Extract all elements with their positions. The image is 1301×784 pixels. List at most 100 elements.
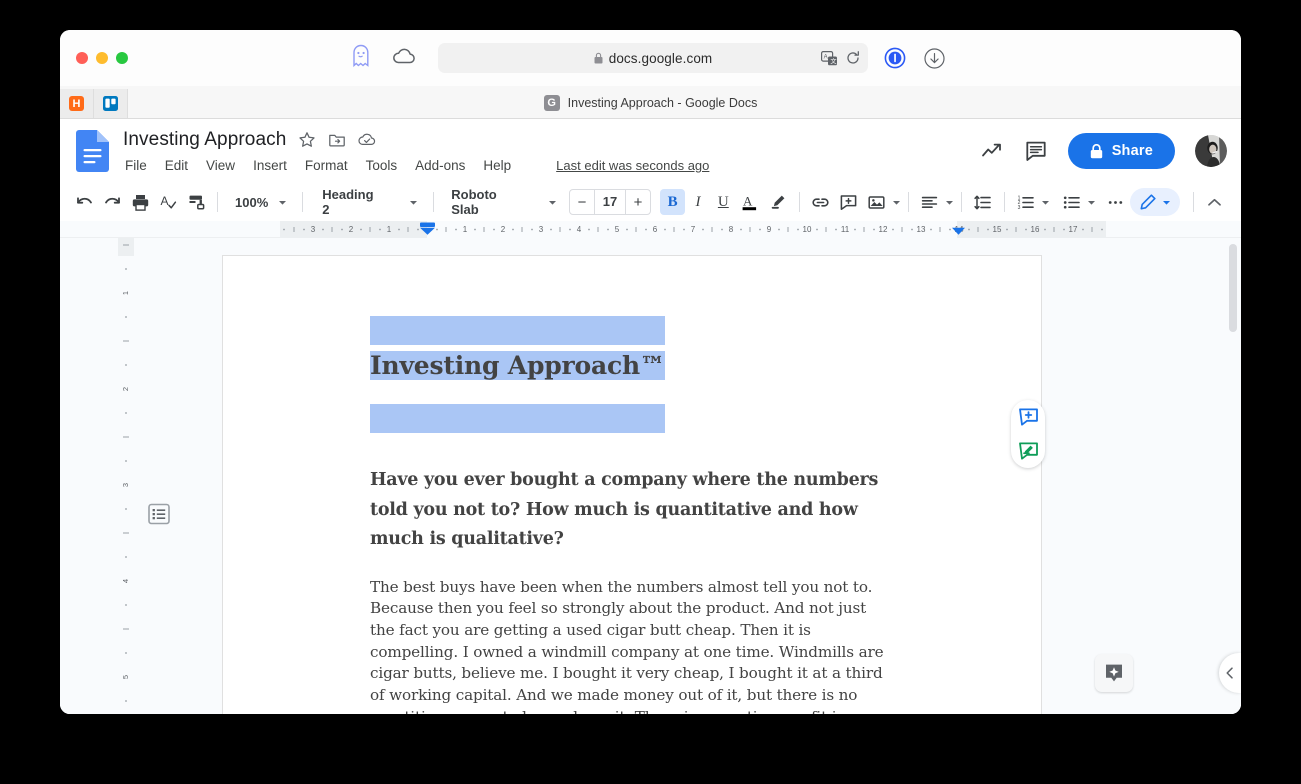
menu-view[interactable]: View xyxy=(197,156,244,175)
pinned-tab-h-icon: H xyxy=(69,96,84,111)
address-bar-actions: A文 xyxy=(821,43,860,73)
document-heading2[interactable]: Have you ever bought a company where the… xyxy=(370,466,894,555)
highlight-color-button[interactable] xyxy=(764,188,792,216)
svg-text:13: 13 xyxy=(917,225,926,234)
browser-tabstrip: H G Investing Approach - Google Docs xyxy=(60,86,1241,119)
google-docs-favicon: G xyxy=(544,95,560,111)
suggest-edit-icon[interactable] xyxy=(1017,440,1039,462)
vertical-ruler-ticks: 1 2 3 4 5 6 7 xyxy=(118,238,134,714)
chevron-down-icon[interactable] xyxy=(1087,198,1096,207)
document-paragraph[interactable]: The best buys have been when the numbers… xyxy=(370,577,894,715)
docs-header-actions: Share xyxy=(980,133,1227,169)
italic-button[interactable]: I xyxy=(685,189,710,215)
line-spacing-button[interactable] xyxy=(969,188,997,216)
menu-edit[interactable]: Edit xyxy=(156,156,197,175)
reload-icon[interactable] xyxy=(846,51,860,65)
spelling-check-button[interactable]: A xyxy=(154,188,182,216)
font-family-select[interactable]: Roboto Slab xyxy=(441,189,565,215)
share-button[interactable]: Share xyxy=(1068,133,1175,169)
translate-icon[interactable]: A文 xyxy=(821,51,838,66)
activity-dashboard-icon[interactable] xyxy=(980,139,1004,163)
bulleted-list-button[interactable] xyxy=(1058,188,1086,216)
menu-format[interactable]: Format xyxy=(296,156,357,175)
insert-link-button[interactable] xyxy=(807,188,835,216)
toolbar-divider xyxy=(799,192,800,212)
google-docs-logo-icon[interactable] xyxy=(76,130,109,172)
svg-text:5: 5 xyxy=(615,225,620,234)
move-to-folder-icon[interactable] xyxy=(328,131,346,149)
cloud-icon[interactable] xyxy=(392,47,416,70)
ghost-icon[interactable] xyxy=(350,44,372,73)
pinned-tab-h[interactable]: H xyxy=(60,89,94,118)
maximize-window-button[interactable] xyxy=(116,52,128,64)
document-heading1[interactable]: Investing Approach™ xyxy=(370,351,665,380)
insert-image-button[interactable] xyxy=(863,188,891,216)
minimize-window-button[interactable] xyxy=(96,52,108,64)
bulleted-list-group[interactable] xyxy=(1058,188,1096,216)
toolbar-divider xyxy=(908,192,909,212)
show-document-outline-button[interactable] xyxy=(148,503,170,525)
onepassword-icon[interactable] xyxy=(884,47,906,69)
font-size-value[interactable]: 17 xyxy=(594,190,626,214)
chevron-down-icon[interactable] xyxy=(945,198,954,207)
insert-image-group[interactable] xyxy=(863,188,901,216)
menu-addons[interactable]: Add-ons xyxy=(406,156,474,175)
lock-icon xyxy=(594,52,603,64)
avatar[interactable] xyxy=(1195,135,1227,167)
svg-text:11: 11 xyxy=(841,225,850,234)
active-tab[interactable]: G Investing Approach - Google Docs xyxy=(60,95,1241,111)
document-scrollbar[interactable] xyxy=(1231,238,1239,714)
explore-button[interactable] xyxy=(1095,654,1133,692)
add-comment-icon[interactable] xyxy=(1017,406,1039,428)
lock-icon xyxy=(1090,144,1103,159)
text-color-button[interactable]: A xyxy=(736,188,764,216)
bold-button[interactable]: B xyxy=(660,189,685,215)
window-controls[interactable] xyxy=(76,52,128,64)
underline-button[interactable]: U xyxy=(711,189,736,215)
comment-history-icon[interactable] xyxy=(1024,139,1048,163)
menu-file[interactable]: File xyxy=(123,156,156,175)
menu-tools[interactable]: Tools xyxy=(357,156,407,175)
editing-mode-button[interactable] xyxy=(1130,188,1180,216)
address-bar[interactable]: docs.google.com A文 xyxy=(438,43,868,73)
collapse-toolbar-button[interactable] xyxy=(1201,188,1229,216)
font-size-stepper[interactable]: − 17 + xyxy=(569,189,651,215)
scrollbar-thumb[interactable] xyxy=(1229,244,1237,332)
zoom-select[interactable]: 100% xyxy=(225,189,295,215)
star-icon[interactable] xyxy=(298,131,316,149)
align-group[interactable] xyxy=(916,188,954,216)
menu-help[interactable]: Help xyxy=(474,156,520,175)
print-button[interactable] xyxy=(126,188,154,216)
menu-insert[interactable]: Insert xyxy=(244,156,296,175)
cloud-saved-icon[interactable] xyxy=(358,131,376,149)
more-options-button[interactable] xyxy=(1102,188,1130,216)
page-title[interactable]: Investing Approach xyxy=(123,129,286,151)
pinned-tab-trello[interactable] xyxy=(94,89,128,118)
download-icon[interactable] xyxy=(924,48,945,69)
vertical-ruler[interactable]: 1 2 3 4 5 6 7 xyxy=(118,238,134,714)
numbered-list-group[interactable]: 123 xyxy=(1012,188,1050,216)
last-edit-status[interactable]: Last edit was seconds ago xyxy=(556,158,709,173)
paragraph-style-select[interactable]: Heading 2 xyxy=(310,189,426,215)
paint-format-button[interactable] xyxy=(182,188,210,216)
document-page[interactable]: Investing Approach™ Have you ever bought… xyxy=(223,256,1041,714)
font-size-increase-button[interactable]: + xyxy=(626,190,650,214)
pencil-icon xyxy=(1138,193,1157,212)
chevron-down-icon[interactable] xyxy=(892,198,901,207)
horizontal-ruler[interactable]: 321 123 456 789 101112 131415 1617 xyxy=(60,221,1241,238)
add-comment-button[interactable] xyxy=(835,188,863,216)
font-family-value: Roboto Slab xyxy=(451,187,525,217)
align-left-button[interactable] xyxy=(916,188,944,216)
font-size-decrease-button[interactable]: − xyxy=(570,190,594,214)
redo-button[interactable] xyxy=(98,188,126,216)
ruler-ticks: 321 123 456 789 101112 131415 1617 xyxy=(280,221,1106,238)
numbered-list-button[interactable]: 123 xyxy=(1012,188,1040,216)
chevron-down-icon[interactable] xyxy=(1162,198,1171,207)
svg-text:A: A xyxy=(160,194,168,208)
undo-button[interactable] xyxy=(70,188,98,216)
chevron-down-icon[interactable] xyxy=(1041,198,1050,207)
document-content[interactable]: Investing Approach™ Have you ever bought… xyxy=(223,256,1041,714)
browser-left-icons xyxy=(350,44,416,73)
close-window-button[interactable] xyxy=(76,52,88,64)
svg-text:10: 10 xyxy=(803,225,812,234)
